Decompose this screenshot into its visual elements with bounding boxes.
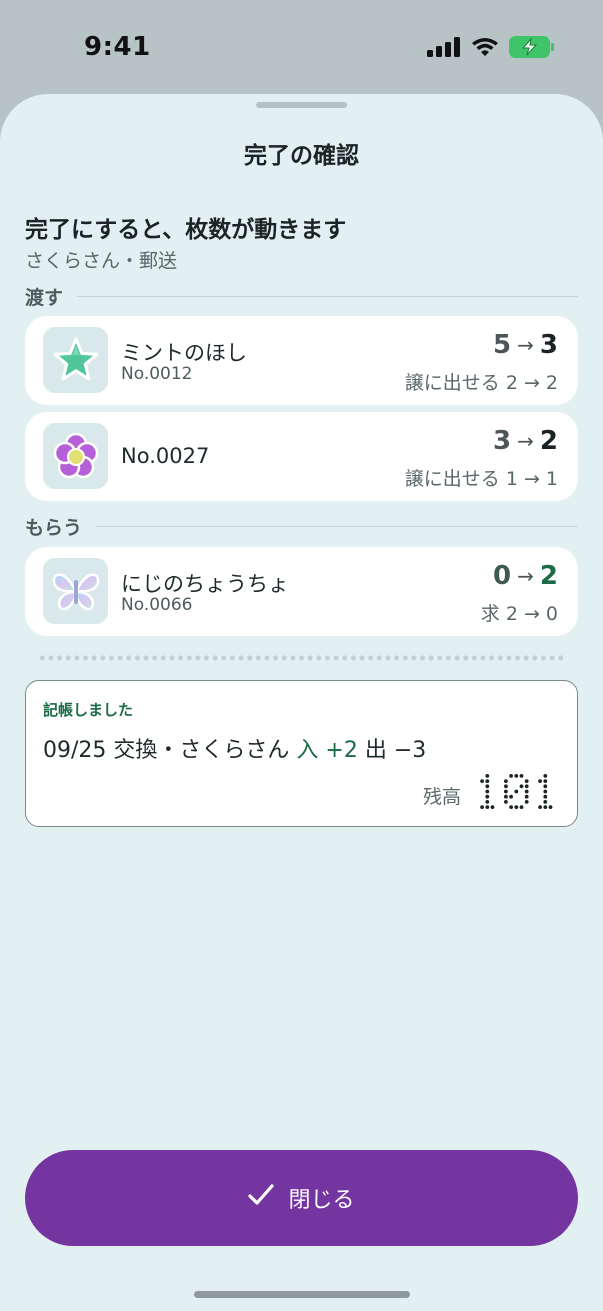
tradeable-change: 譲に出せる 1 → 1	[404, 468, 558, 490]
count-change: 3 → 2	[493, 426, 558, 456]
wanted-change: 求 2 → 0	[480, 603, 558, 625]
balance-dot	[514, 805, 519, 809]
balance-dot	[504, 789, 508, 794]
balance-dot	[485, 784, 490, 789]
receive-section-label: もらう	[25, 516, 83, 539]
balance-value	[473, 771, 557, 815]
butterfly-sticker-icon	[43, 558, 108, 624]
balance-dot	[509, 805, 513, 809]
balance-dot	[543, 774, 548, 778]
close-button-label: 閉じる	[288, 1188, 355, 1213]
count-change: 5 → 3	[493, 330, 558, 360]
ledger-label: 記帳しました	[43, 701, 134, 719]
balance-dot	[514, 789, 519, 794]
close-button[interactable]: 閉じる	[25, 1150, 578, 1246]
balance-label: 残高	[422, 786, 461, 808]
balance-dot	[504, 800, 508, 804]
balance-dot	[524, 784, 529, 789]
flower-sticker-icon	[43, 423, 108, 489]
partner-method: さくらさん・郵送	[25, 250, 178, 272]
ledger-in: 入 +2	[296, 738, 358, 763]
status-bar: 9:41	[0, 0, 603, 94]
receive-section-header: もらう	[25, 514, 578, 539]
give-section-header: 渡す	[25, 284, 578, 309]
wifi-icon	[471, 37, 499, 61]
completion-sheet: 完了の確認 完了にすると、枚数が動きます さくらさん・郵送 渡す ミントのほし …	[0, 94, 603, 1311]
section-divider	[96, 525, 578, 527]
give-section-label: 渡す	[25, 286, 64, 309]
count-from: 3	[493, 426, 512, 456]
item-name: ミントのほし	[121, 341, 247, 365]
count-to: 3	[539, 330, 558, 360]
home-indicator	[194, 1291, 410, 1298]
balance-dot	[485, 805, 490, 809]
star-sticker-icon	[43, 327, 108, 393]
balance-dot	[524, 789, 529, 794]
item-name: にじのちょうちょ	[121, 572, 289, 596]
tradeable-change: 譲に出せる 2 → 2	[404, 372, 558, 394]
balance-dot	[543, 800, 548, 804]
balance-dot	[480, 779, 484, 783]
arrow-right-icon: →	[517, 333, 534, 357]
balance-dot	[543, 805, 548, 809]
balance-dot	[480, 805, 484, 809]
count-to: 2	[539, 561, 558, 591]
sheet-title: 完了の確認	[244, 143, 359, 169]
balance-dot	[538, 779, 542, 783]
status-icons	[427, 36, 555, 62]
balance-dot	[524, 779, 529, 783]
balance-dot	[504, 794, 508, 799]
battery-icon	[509, 36, 555, 62]
ledger-out: 出 −3	[364, 738, 427, 763]
balance-dot	[485, 774, 490, 778]
balance-dot	[519, 784, 524, 789]
ledger-entry: 09/25 交換・さくらさん 入 +2 出 −3	[43, 732, 426, 764]
count-to: 2	[539, 426, 558, 456]
item-number: No.0066	[121, 595, 193, 615]
ledger-card: 記帳しました 09/25 交換・さくらさん 入 +2 出 −3 残高	[25, 680, 578, 827]
balance-dot	[485, 779, 490, 783]
arrow-right-icon: →	[517, 564, 534, 588]
balance-dot	[524, 800, 529, 804]
balance-dot	[543, 794, 548, 799]
balance-dot	[543, 784, 548, 789]
list-item: にじのちょうちょ No.0066 0 → 2 求 2 → 0	[25, 547, 578, 636]
balance-dot	[490, 805, 495, 809]
balance-dot	[504, 779, 508, 783]
item-number: No.0027	[121, 444, 210, 468]
balance-dot	[504, 784, 508, 789]
list-item: No.0027 3 → 2 譲に出せる 1 → 1	[25, 412, 578, 501]
balance-dot	[509, 794, 513, 799]
count-change: 0 → 2	[493, 561, 558, 591]
signal-icon	[427, 37, 461, 61]
check-icon	[248, 1183, 275, 1213]
balance-dot	[543, 789, 548, 794]
balance-dot	[548, 805, 553, 809]
list-item: ミントのほし No.0012 5 → 3 譲に出せる 2 → 2	[25, 316, 578, 405]
balance-dot	[543, 779, 548, 783]
count-from: 0	[493, 561, 512, 591]
balance-dot	[514, 774, 519, 778]
balance-dot	[538, 805, 542, 809]
status-time: 9:41	[84, 32, 151, 62]
balance-dot	[485, 789, 490, 794]
balance-dot	[509, 774, 513, 778]
balance-dot	[519, 774, 524, 778]
balance-dot	[485, 794, 490, 799]
sheet-grabber[interactable]	[256, 102, 347, 108]
headline: 完了にすると、枚数が動きます	[25, 217, 347, 243]
item-number: No.0012	[121, 364, 193, 384]
balance-dot	[524, 794, 529, 799]
dotted-divider	[38, 655, 564, 661]
count-from: 5	[493, 330, 512, 360]
balance-dot	[519, 805, 524, 809]
ledger-entry-text: 09/25 交換・さくらさん	[43, 738, 290, 763]
section-divider	[77, 295, 578, 297]
balance-dot	[485, 800, 490, 804]
arrow-right-icon: →	[517, 429, 534, 453]
